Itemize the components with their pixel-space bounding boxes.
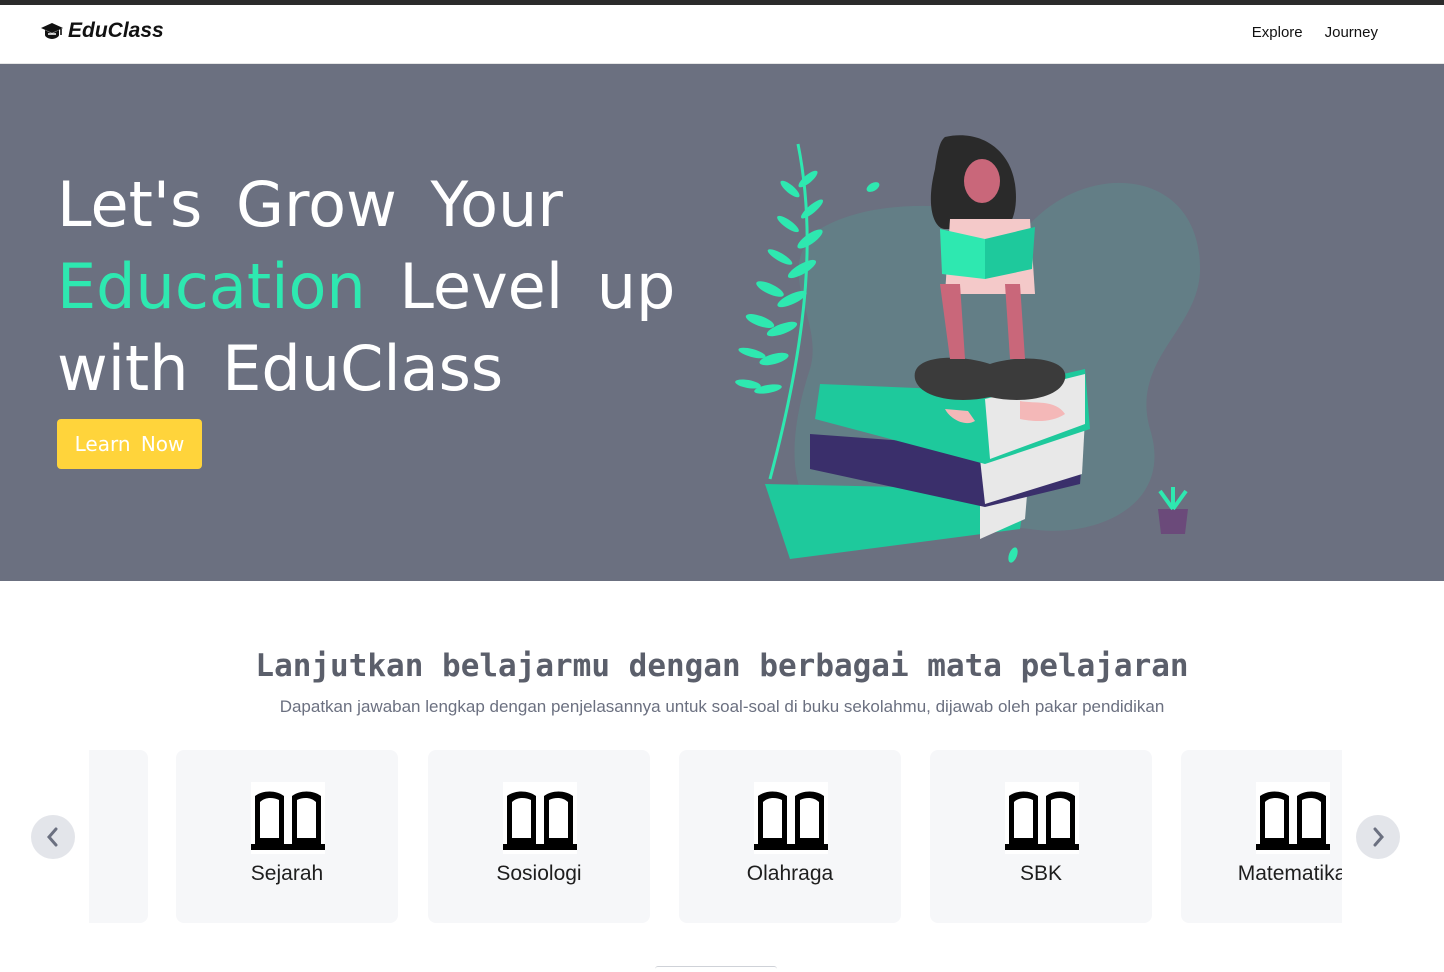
subject-carousel: Sejarah Sosiologi Olahraga SBK Matematik… (89, 750, 1342, 923)
section-subtitle: Dapatkan jawaban lengkap dengan penjelas… (279, 697, 1165, 716)
brand-name: EduClass (68, 19, 164, 42)
nav-link-explore[interactable]: Explore (1252, 24, 1303, 41)
subject-card[interactable] (89, 750, 148, 923)
subject-card-sosiologi[interactable]: Sosiologi (428, 750, 650, 923)
book-open-icon (754, 782, 828, 854)
learn-now-button[interactable]: Learn Now (57, 419, 202, 469)
book-open-icon (1005, 782, 1079, 854)
book-open-icon (251, 782, 325, 854)
subject-label: Matematika (1237, 862, 1342, 885)
section-title: Lanjutkan belajarmu dengan berbagai mata… (255, 648, 1189, 684)
hero-banner: Let's Grow Your Education Level up with … (0, 64, 1444, 581)
subject-card-sbk[interactable]: SBK (930, 750, 1152, 923)
subject-label: Sosiologi (496, 862, 582, 885)
reading-girl-illustration (735, 135, 1200, 563)
hero-title: Let's Grow Your Education Level up with … (57, 164, 677, 410)
nav-link-journey[interactable]: Journey (1325, 24, 1378, 41)
carousel-next-button[interactable] (1356, 815, 1400, 859)
book-open-icon (503, 782, 577, 854)
subject-label: Olahraga (746, 862, 834, 885)
subject-card-sejarah[interactable]: Sejarah (176, 750, 398, 923)
chevron-left-icon (47, 827, 58, 847)
hero-title-line1: Let's Grow Your (57, 168, 563, 241)
subject-card-matematika[interactable]: Matematika (1181, 750, 1342, 923)
navbar: EduClass Explore Journey (0, 5, 1444, 64)
book-open-icon (1256, 782, 1330, 854)
hero-title-line3: with EduClass (57, 332, 504, 405)
next-section-peek (655, 966, 777, 972)
chevron-right-icon (1373, 827, 1384, 847)
subject-card-olahraga[interactable]: Olahraga (679, 750, 901, 923)
brand-logo[interactable]: EduClass (40, 19, 164, 43)
graduation-cap-icon (41, 23, 63, 39)
hero-title-line2: Level up (399, 250, 676, 323)
hero-title-accent: Education (57, 250, 366, 323)
subject-label: SBK (1019, 862, 1063, 885)
carousel-prev-button[interactable] (31, 815, 75, 859)
subject-label: Sejarah (250, 862, 324, 885)
nav-links: Explore Journey (1252, 24, 1378, 41)
